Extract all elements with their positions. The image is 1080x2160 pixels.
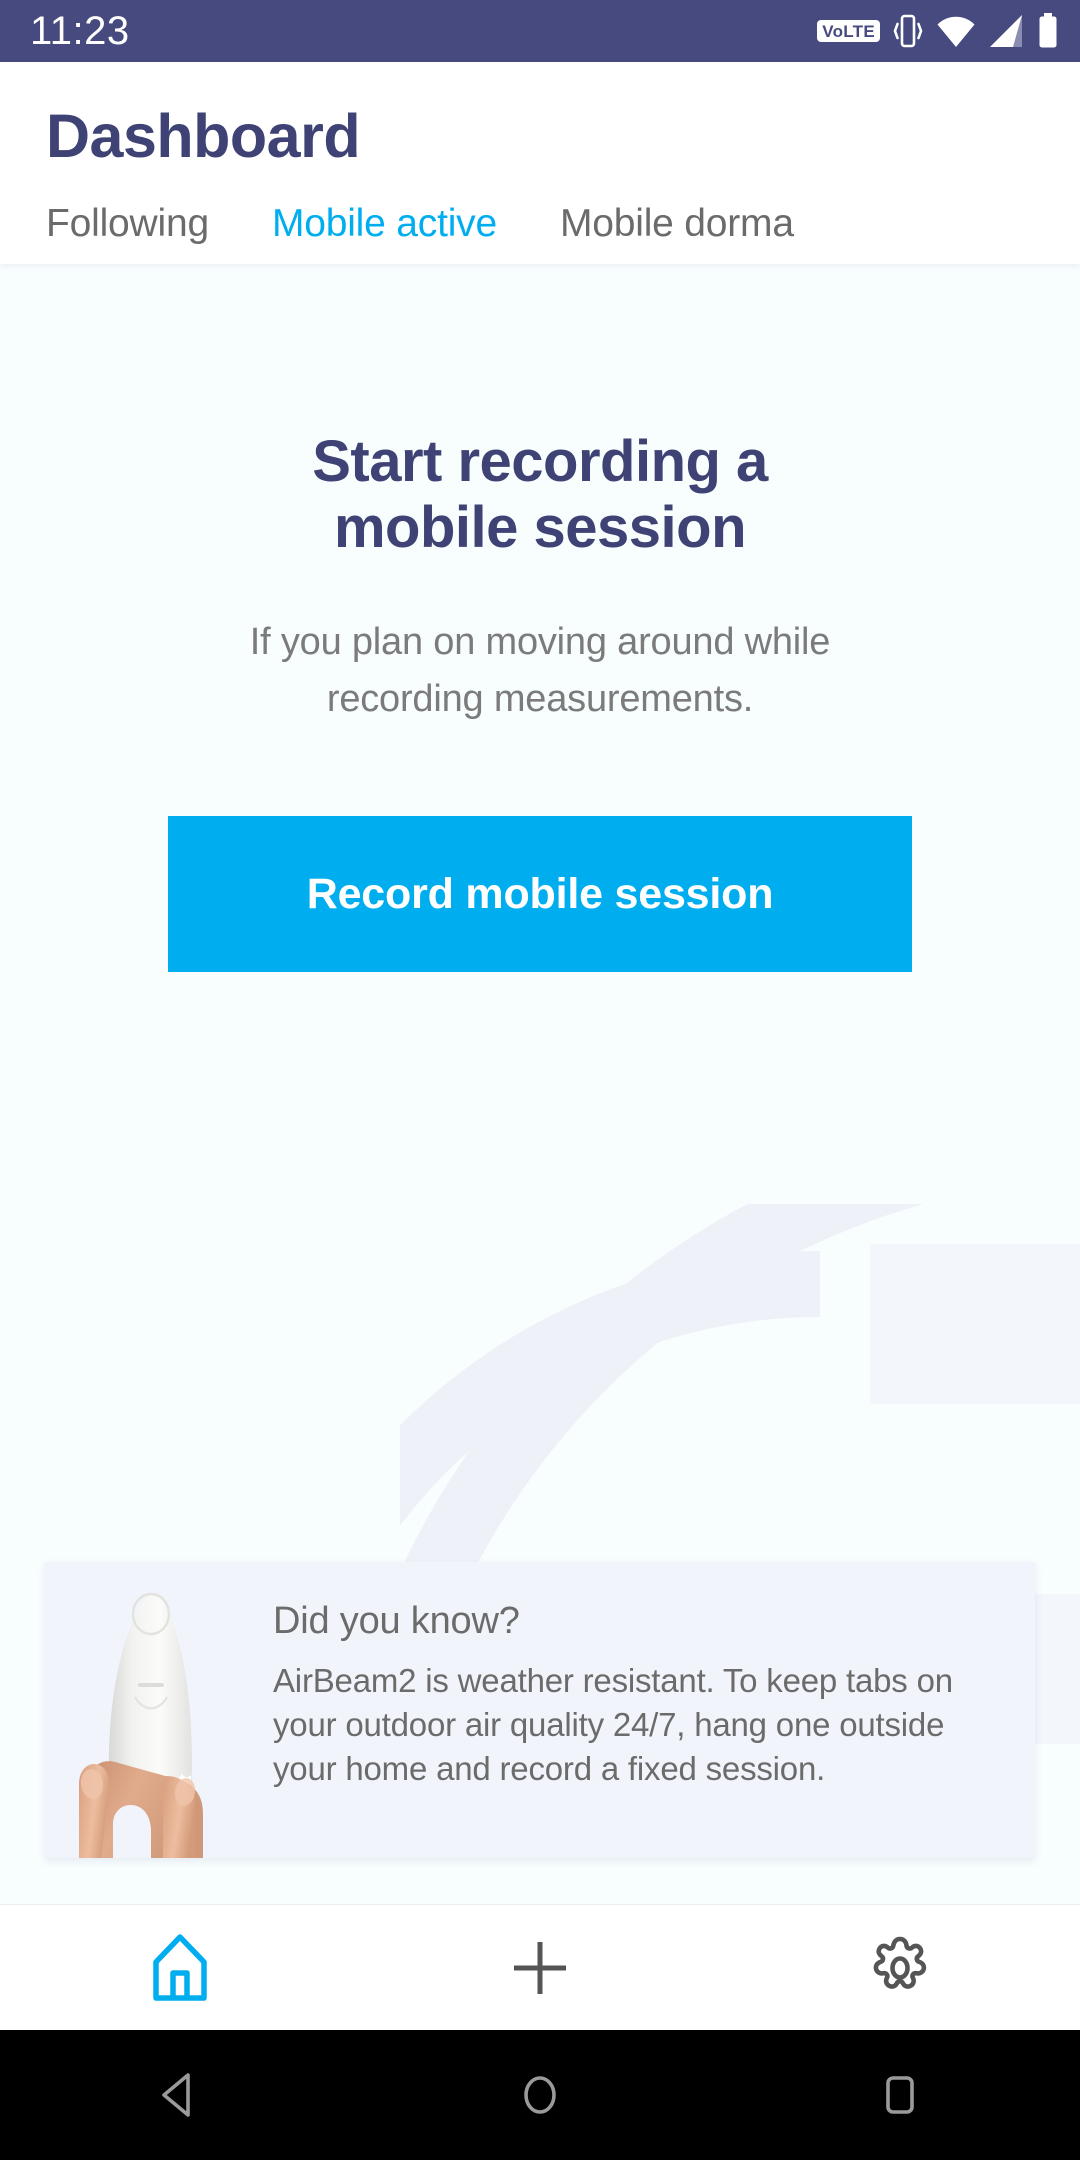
status-bar-clock: 11:23 [30,8,130,53]
android-back-button[interactable] [100,2030,260,2160]
nav-settings-button[interactable] [720,1905,1080,2030]
android-navigation-bar [0,2030,1080,2160]
record-mobile-session-button[interactable]: Record mobile session [168,816,912,973]
plus-icon [514,1941,566,1994]
tab-mobile-active[interactable]: Mobile active [272,202,497,264]
page-title: Dashboard [46,102,361,170]
home-circle-icon [524,2076,556,2114]
tab-following[interactable]: Following [46,202,209,264]
did-you-know-text: Did you know? AirBeam2 is weather resist… [255,1562,1035,1858]
cellular-signal-icon [990,15,1022,47]
did-you-know-card: Did you know? AirBeam2 is weather resist… [45,1562,1035,1858]
app-header: Dashboard Following Mobile active Mobile… [0,62,1080,265]
recents-square-icon [886,2076,914,2114]
vibrate-icon [893,14,923,48]
phone-screen: 11:23 VoLTE Dashboard Following Mobile a… [0,0,1080,2160]
bottom-navigation-bar [0,1904,1080,2030]
status-bar: 11:23 VoLTE [0,0,1080,62]
did-you-know-body: AirBeam2 is weather resistant. To keep t… [273,1662,953,1787]
volte-icon: VoLTE [817,20,880,42]
did-you-know-title: Did you know? [273,1600,520,1642]
back-triangle-icon [162,2073,190,2117]
android-home-button[interactable] [460,2030,620,2160]
nav-add-button[interactable] [360,1905,720,2030]
tab-bar: Following Mobile active Mobile dorma [0,168,1080,264]
tab-mobile-dormant[interactable]: Mobile dorma [560,202,794,264]
battery-icon [1039,13,1057,48]
home-icon [153,1933,207,2001]
gear-icon [873,1936,927,1989]
wifi-icon [937,16,975,47]
status-bar-icons: VoLTE [817,12,1058,50]
airbeam-device-image [45,1562,255,1858]
nav-home-button[interactable] [0,1905,360,2030]
android-recents-button[interactable] [820,2030,980,2160]
empty-state: Start recording a mobile session If you … [0,264,1080,973]
main-content: Start recording a mobile session If you … [0,264,1080,1904]
empty-state-title: Start recording a mobile session [312,429,768,560]
empty-state-subtitle: If you plan on moving around while recor… [249,621,831,721]
